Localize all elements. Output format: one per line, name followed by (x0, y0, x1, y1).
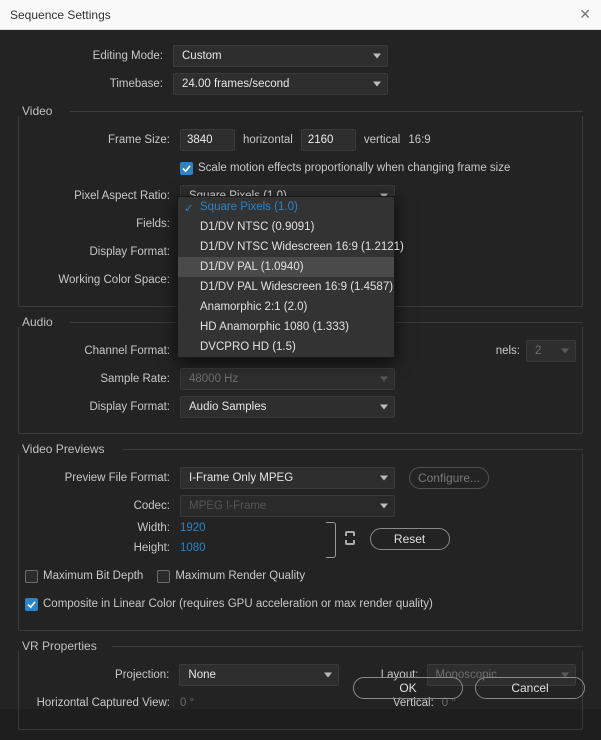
codec-select: MPEG I-Frame (180, 495, 395, 517)
window-title: Sequence Settings (10, 8, 111, 22)
link-icon[interactable] (344, 530, 356, 549)
horizontal-label: horizontal (243, 134, 293, 146)
pixel-aspect-option[interactable]: Square Pixels (1.0) (178, 197, 394, 217)
scale-motion-label: Scale motion effects proportionally when… (198, 162, 510, 174)
max-render-quality-label: Maximum Render Quality (175, 570, 305, 582)
max-render-quality-checkbox[interactable] (157, 570, 170, 583)
pixel-aspect-option[interactable]: D1/DV PAL Widescreen 16:9 (1.4587) (178, 277, 394, 297)
close-icon[interactable]: ✕ (579, 6, 591, 23)
frame-size-label: Frame Size: (25, 134, 180, 146)
ok-button[interactable]: OK (353, 677, 463, 699)
channel-format-label: Channel Format: (25, 345, 180, 357)
video-display-format-label: Display Format: (25, 246, 180, 258)
audio-display-format-select[interactable]: Audio Samples (180, 396, 395, 418)
link-bracket-icon (326, 522, 336, 558)
timebase-select[interactable]: 24.00 frames/second (173, 73, 388, 95)
editing-mode-select[interactable]: Custom (173, 45, 388, 67)
hcv-value: 0 ° (180, 697, 194, 709)
projection-label: Projection: (25, 669, 179, 681)
projection-select[interactable]: None (179, 664, 338, 686)
pixel-aspect-option[interactable]: HD Anamorphic 1080 (1.333) (178, 317, 394, 337)
pixel-aspect-dropdown[interactable]: Square Pixels (1.0) D1/DV NTSC (0.9091) … (177, 196, 395, 358)
hcv-label: Horizontal Captured View: (25, 697, 180, 709)
pixel-aspect-option[interactable]: D1/DV NTSC Widescreen 16:9 (1.2121) (178, 237, 394, 257)
timebase-label: Timebase: (18, 78, 173, 90)
preview-width-value[interactable]: 1920 (180, 522, 206, 534)
configure-button: Configure... (409, 467, 489, 489)
sample-rate-select[interactable]: 48000 Hz (180, 368, 395, 390)
preview-file-format-select[interactable]: I-Frame Only MPEG (180, 467, 395, 489)
audio-display-format-label: Display Format: (25, 401, 180, 413)
composite-linear-label: Composite in Linear Color (requires GPU … (43, 598, 433, 610)
preview-height-value[interactable]: 1080 (180, 542, 206, 554)
aspect-ratio-readout: 16:9 (408, 134, 430, 146)
max-bit-depth-label: Maximum Bit Depth (43, 570, 143, 582)
fields-label: Fields: (25, 218, 180, 230)
editing-mode-label: Editing Mode: (18, 50, 173, 62)
preview-height-label: Height: (25, 542, 180, 554)
pixel-aspect-option[interactable]: Anamorphic 2:1 (2.0) (178, 297, 394, 317)
pixel-aspect-option[interactable]: D1/DV PAL (1.0940) (178, 257, 394, 277)
scale-motion-checkbox[interactable] (180, 162, 193, 175)
channels-select[interactable]: 2 (526, 340, 576, 362)
sample-rate-label: Sample Rate: (25, 373, 180, 385)
pixel-aspect-label: Pixel Aspect Ratio: (25, 190, 180, 202)
preview-width-label: Width: (25, 522, 180, 534)
frame-height-input[interactable] (301, 129, 356, 151)
vertical-label: vertical (364, 134, 400, 146)
working-color-space-label: Working Color Space: (25, 274, 180, 286)
reset-button[interactable]: Reset (370, 528, 450, 550)
channels-label: nels: (496, 345, 520, 357)
composite-linear-checkbox[interactable] (25, 598, 38, 611)
codec-label: Codec: (25, 500, 180, 512)
frame-width-input[interactable] (180, 129, 235, 151)
cancel-button[interactable]: Cancel (475, 677, 585, 699)
max-bit-depth-checkbox[interactable] (25, 570, 38, 583)
pixel-aspect-option[interactable]: D1/DV NTSC (0.9091) (178, 217, 394, 237)
preview-file-format-label: Preview File Format: (25, 472, 180, 484)
pixel-aspect-option[interactable]: DVCPRO HD (1.5) (178, 337, 394, 357)
titlebar: Sequence Settings ✕ (0, 0, 601, 30)
